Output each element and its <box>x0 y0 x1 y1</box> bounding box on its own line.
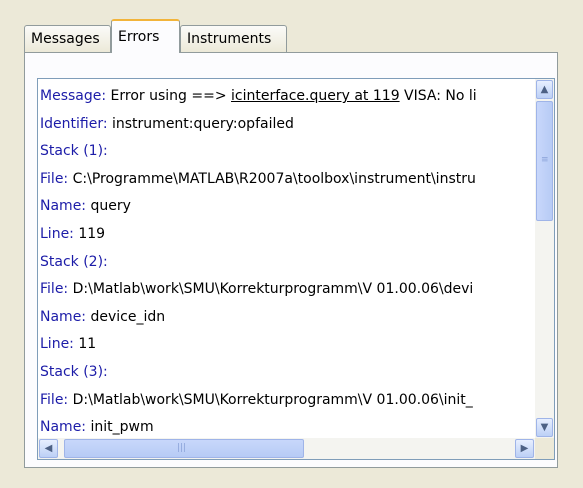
line-value: 119 <box>78 225 106 242</box>
error-line: Name: device_idn <box>40 304 533 332</box>
chevron-up-icon: ▲ <box>540 84 549 95</box>
error-line: Stack (1): <box>40 138 533 166</box>
tab-instruments[interactable]: Instruments <box>180 25 287 52</box>
error-line: Name: query <box>40 193 533 221</box>
line-value: D:\Matlab\work\SMU\Korrekturprogramm\V 0… <box>72 391 473 408</box>
error-line: File: D:\Matlab\work\SMU\Korrekturprogra… <box>40 276 533 304</box>
line-key: Stack (3): <box>40 363 108 380</box>
tab-errors[interactable]: Errors <box>111 19 180 53</box>
line-key: Message: <box>40 88 107 104</box>
error-line: Stack (3): <box>40 359 533 387</box>
scroll-right-button[interactable]: ▶ <box>515 439 534 458</box>
vertical-scrollbar[interactable]: ▲ ≡ ▼ <box>535 79 554 438</box>
line-key: File: <box>40 281 69 298</box>
line-value: device_idn <box>90 308 166 325</box>
line-value-rest: VISA: No li <box>399 88 477 104</box>
error-lines: Message: Error using ==> icinterface.que… <box>40 83 533 442</box>
scroll-up-button[interactable]: ▲ <box>536 80 553 99</box>
line-key: Stack (2): <box>40 253 108 270</box>
grip-icon: ||| <box>177 443 187 453</box>
line-value: init_pwm <box>90 419 154 436</box>
line-value: Error using ==> <box>110 88 232 104</box>
line-value: query <box>90 198 131 215</box>
line-key: File: <box>40 391 69 408</box>
error-line: Stack (2): <box>40 249 533 277</box>
error-location-link[interactable]: icinterface.query at 119 <box>231 88 400 104</box>
line-value: 11 <box>78 336 97 353</box>
chevron-left-icon: ◀ <box>44 443 53 454</box>
scroll-down-button[interactable]: ▼ <box>536 418 553 437</box>
line-key: Stack (1): <box>40 143 108 160</box>
line-key: Name: <box>40 419 87 436</box>
error-line: Line: 11 <box>40 331 533 359</box>
line-key: File: <box>40 170 69 187</box>
tab-messages[interactable]: Messages <box>24 25 111 52</box>
error-line: Message: Error using ==> icinterface.que… <box>40 83 533 111</box>
error-line: Identifier: instrument:query:opfailed <box>40 111 533 139</box>
error-line: File: C:\Programme\MATLAB\R2007a\toolbox… <box>40 166 533 194</box>
line-key: Identifier: <box>40 115 108 132</box>
grip-icon: ≡ <box>541 155 549 165</box>
line-key: Name: <box>40 308 87 325</box>
scrollbar-corner <box>535 438 554 459</box>
line-value: instrument:query:opfailed <box>112 115 294 132</box>
scroll-left-button[interactable]: ◀ <box>39 439 58 458</box>
line-key: Line: <box>40 336 74 353</box>
line-key: Name: <box>40 198 87 215</box>
chevron-down-icon: ▼ <box>540 422 549 433</box>
horizontal-scroll-thumb[interactable]: ||| <box>64 439 304 458</box>
line-key: Line: <box>40 225 74 242</box>
vertical-scroll-thumb[interactable]: ≡ <box>536 101 553 221</box>
horizontal-scrollbar[interactable]: ◀ ||| ▶ <box>38 438 535 459</box>
line-value: D:\Matlab\work\SMU\Korrekturprogramm\V 0… <box>72 281 474 298</box>
error-list[interactable]: Message: Error using ==> icinterface.que… <box>37 78 555 460</box>
error-line: Line: 119 <box>40 221 533 249</box>
error-line: File: D:\Matlab\work\SMU\Korrekturprogra… <box>40 387 533 415</box>
line-value: C:\Programme\MATLAB\R2007a\toolbox\instr… <box>72 170 476 187</box>
chevron-right-icon: ▶ <box>520 443 529 454</box>
